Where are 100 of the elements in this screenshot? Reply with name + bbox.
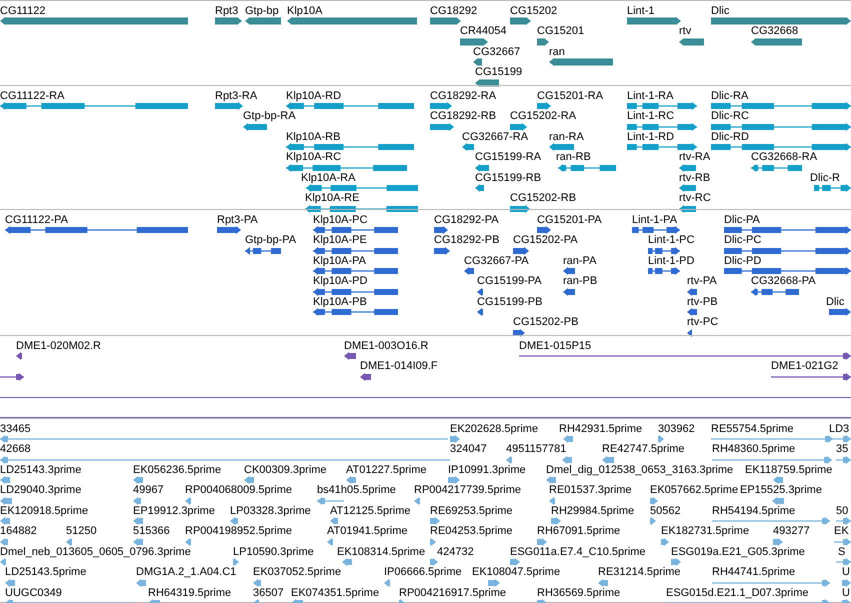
est-glyph[interactable]	[342, 558, 352, 566]
gene-glyph[interactable]	[537, 38, 549, 46]
est-glyph[interactable]	[0, 456, 450, 464]
est-glyph[interactable]	[537, 538, 547, 546]
est-glyph[interactable]	[772, 496, 784, 504]
protein-glyph[interactable]	[434, 246, 450, 254]
protein-glyph[interactable]	[513, 246, 529, 254]
protein-glyph[interactable]	[563, 288, 575, 296]
clone-glyph[interactable]	[344, 352, 356, 360]
transcript-glyph[interactable]	[627, 122, 697, 130]
transcript-glyph[interactable]	[711, 102, 851, 110]
est-glyph[interactable]	[0, 496, 12, 504]
clone-glyph[interactable]	[16, 352, 22, 360]
protein-glyph[interactable]	[313, 246, 398, 254]
est-glyph[interactable]	[836, 558, 851, 566]
protein-glyph[interactable]	[724, 267, 851, 275]
est-glyph[interactable]	[0, 476, 10, 484]
est-glyph[interactable]	[430, 538, 436, 546]
est-glyph[interactable]	[66, 538, 72, 546]
protein-glyph[interactable]	[477, 308, 483, 316]
est-glyph[interactable]	[510, 558, 520, 566]
transcript-glyph[interactable]	[286, 143, 414, 151]
est-glyph[interactable]	[133, 538, 143, 546]
gene-glyph[interactable]	[215, 17, 242, 25]
est-glyph[interactable]	[253, 578, 261, 586]
transcript-glyph[interactable]	[475, 164, 489, 172]
est-glyph[interactable]	[230, 517, 238, 525]
est-glyph[interactable]	[650, 496, 658, 504]
protein-glyph[interactable]	[313, 308, 398, 316]
est-glyph[interactable]	[317, 496, 344, 504]
est-glyph[interactable]	[414, 496, 420, 504]
gene-glyph[interactable]	[245, 17, 281, 25]
protein-glyph[interactable]	[563, 267, 575, 275]
est-glyph[interactable]	[185, 538, 191, 546]
transcript-glyph[interactable]	[711, 143, 851, 151]
est-glyph[interactable]	[834, 538, 851, 546]
est-glyph[interactable]	[346, 476, 356, 484]
est-glyph[interactable]	[836, 517, 851, 525]
gene-glyph[interactable]	[460, 38, 488, 46]
est-glyph[interactable]	[506, 456, 512, 464]
protein-glyph[interactable]	[313, 288, 398, 296]
gene-glyph[interactable]	[475, 78, 499, 86]
transcript-glyph[interactable]	[215, 102, 243, 110]
est-glyph[interactable]	[650, 517, 656, 525]
transcript-glyph[interactable]	[549, 143, 574, 151]
transcript-glyph[interactable]	[679, 164, 696, 172]
transcript-glyph[interactable]	[430, 102, 452, 110]
protein-glyph[interactable]	[5, 226, 188, 234]
protein-glyph[interactable]	[245, 246, 281, 254]
protein-glyph[interactable]	[313, 226, 398, 234]
est-glyph[interactable]	[327, 538, 333, 546]
est-glyph[interactable]	[773, 538, 783, 546]
gene-glyph[interactable]	[679, 38, 704, 46]
transcript-glyph[interactable]	[0, 102, 188, 110]
gene-glyph[interactable]	[473, 58, 482, 66]
transcript-glyph[interactable]	[537, 102, 551, 110]
gene-glyph[interactable]	[549, 58, 613, 66]
transcript-glyph[interactable]	[286, 164, 407, 172]
est-glyph[interactable]	[712, 456, 832, 464]
gene-glyph[interactable]	[627, 17, 681, 25]
transcript-glyph[interactable]	[243, 122, 267, 130]
est-glyph[interactable]	[712, 578, 830, 586]
est-glyph[interactable]	[842, 578, 851, 586]
est-glyph[interactable]	[562, 456, 572, 464]
transcript-glyph[interactable]	[679, 184, 696, 192]
transcript-glyph[interactable]	[475, 184, 484, 192]
transcript-glyph[interactable]	[510, 122, 527, 130]
est-glyph[interactable]	[712, 517, 830, 525]
gene-glyph[interactable]	[0, 17, 188, 25]
est-glyph[interactable]	[836, 456, 851, 464]
est-glyph[interactable]	[5, 578, 15, 586]
protein-glyph[interactable]	[648, 246, 680, 254]
protein-glyph[interactable]	[513, 328, 525, 336]
protein-glyph[interactable]	[751, 288, 799, 296]
transcript-glyph[interactable]	[286, 102, 414, 110]
gene-glyph[interactable]	[711, 17, 851, 25]
est-glyph[interactable]	[832, 435, 851, 443]
clone-glyph[interactable]	[519, 352, 851, 360]
protein-glyph[interactable]	[648, 267, 680, 275]
est-glyph[interactable]	[233, 558, 239, 566]
protein-glyph[interactable]	[632, 226, 680, 234]
est-glyph[interactable]	[0, 558, 6, 566]
est-glyph[interactable]	[598, 578, 608, 586]
transcript-glyph[interactable]	[627, 102, 697, 110]
est-glyph[interactable]	[549, 496, 555, 504]
clone-glyph[interactable]	[771, 372, 851, 380]
est-glyph[interactable]	[330, 517, 338, 525]
transcript-glyph[interactable]	[430, 122, 454, 130]
est-glyph[interactable]	[450, 435, 460, 443]
est-glyph[interactable]	[661, 538, 669, 546]
transcript-glyph[interactable]	[711, 122, 851, 130]
est-glyph[interactable]	[563, 435, 573, 443]
est-glyph[interactable]	[430, 558, 438, 566]
est-glyph[interactable]	[711, 435, 833, 443]
transcript-glyph[interactable]	[306, 184, 418, 192]
gene-glyph[interactable]	[751, 38, 802, 46]
transcript-glyph[interactable]	[462, 143, 474, 151]
est-glyph[interactable]	[448, 476, 460, 484]
est-glyph[interactable]	[133, 517, 143, 525]
protein-glyph[interactable]	[724, 226, 851, 234]
